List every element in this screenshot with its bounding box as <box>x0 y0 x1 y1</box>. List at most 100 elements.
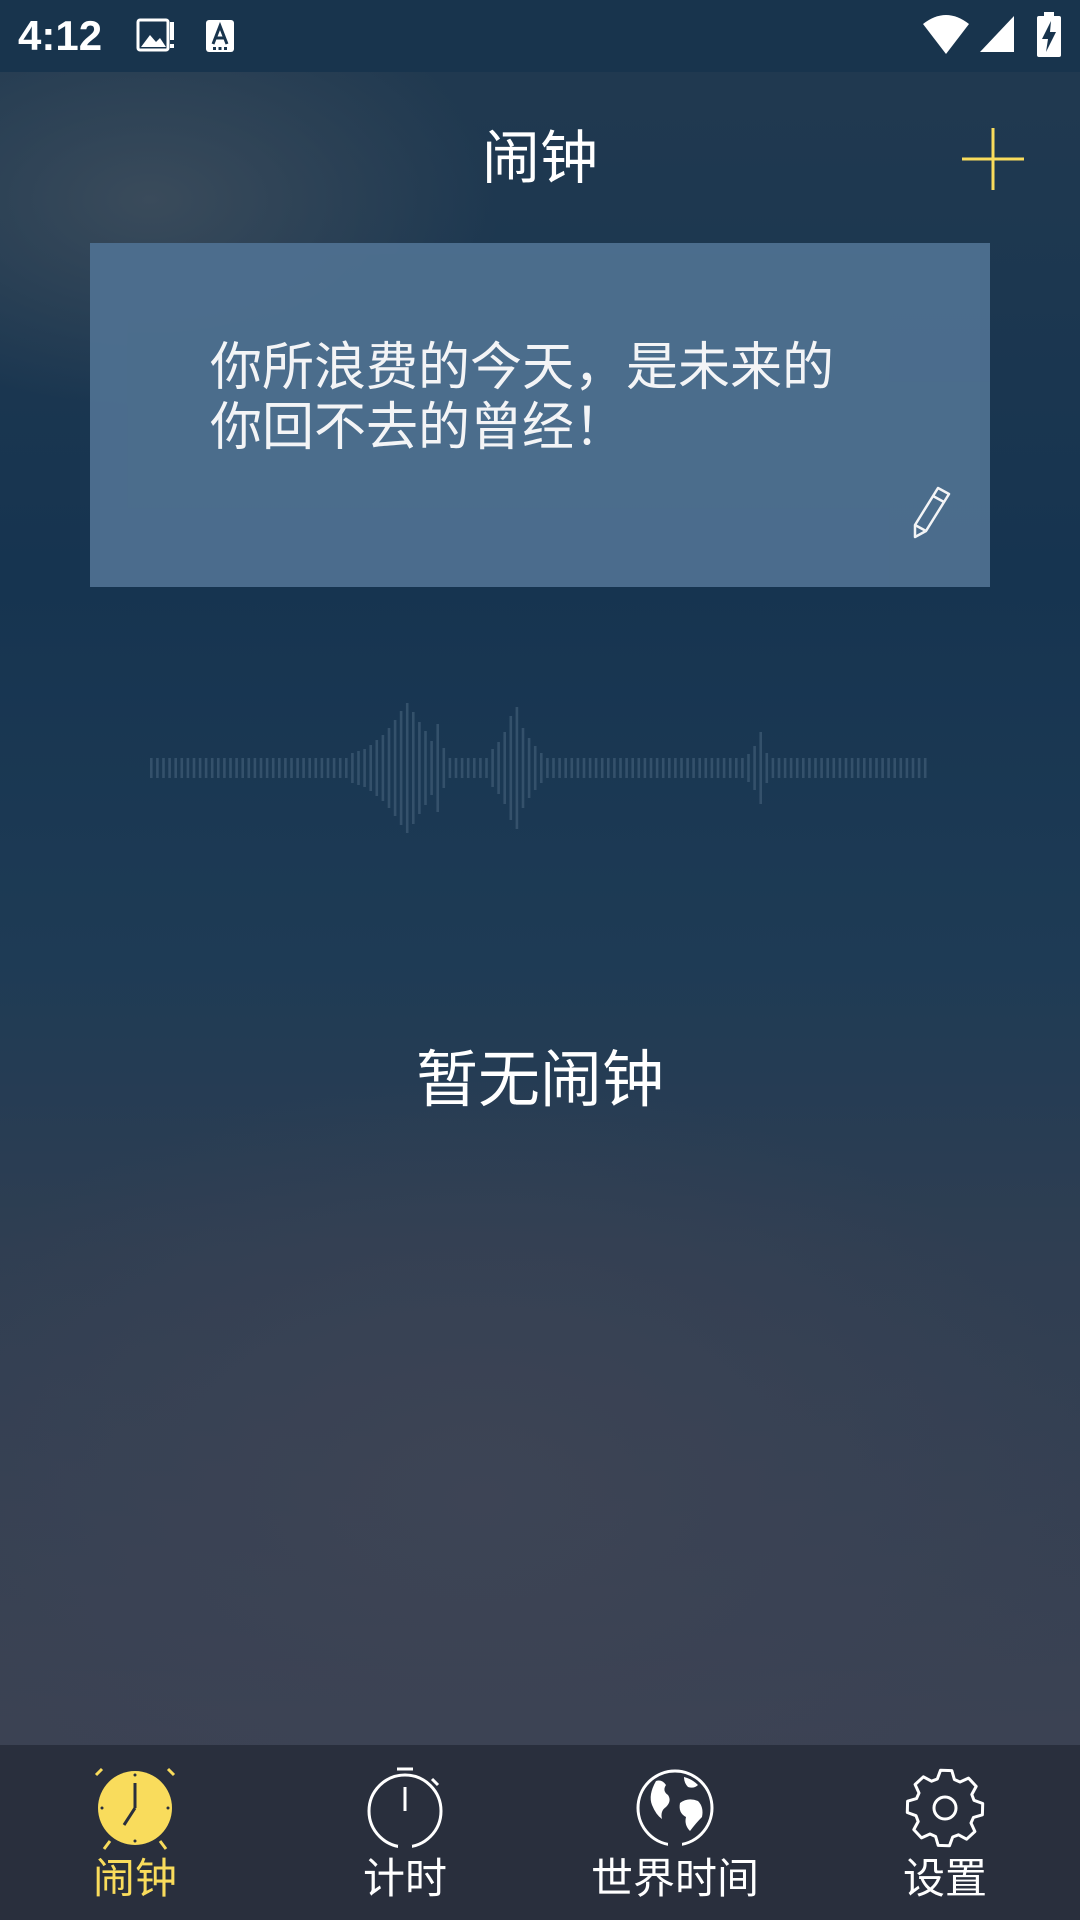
waveform-bar <box>783 758 787 778</box>
waveform-bar <box>497 742 500 794</box>
quote-text: 你所浪费的今天，是未来的 你回不去的曾经！ <box>210 338 835 458</box>
waveform-bar <box>278 758 281 778</box>
waveform-bar <box>186 758 190 778</box>
waveform-bar <box>204 758 208 778</box>
nav-item-alarm[interactable]: 闹钟 <box>0 1745 270 1920</box>
nav-label-alarm: 闹钟 <box>92 1854 177 1903</box>
waveform-bar <box>454 758 458 778</box>
nav-item-world-time[interactable]: 世界时间 <box>540 1745 810 1920</box>
waveform-bar <box>156 758 159 778</box>
waveform-bar <box>692 758 695 778</box>
waveform-bar <box>655 758 659 778</box>
waveform-bar <box>345 758 348 778</box>
waveform-bar <box>856 758 860 778</box>
waveform-bar <box>503 732 506 804</box>
waveform-bar <box>381 735 385 801</box>
gallery-notification-icon <box>136 18 174 52</box>
waveform-bar <box>509 716 513 820</box>
waveform-bar <box>875 758 878 778</box>
nav-label-timer: 计时 <box>362 1854 447 1903</box>
waveform-bar <box>869 758 872 778</box>
bottom-nav: 闹钟 计时 世界时间 设置 <box>0 1745 1080 1920</box>
waveform-bar <box>229 758 232 778</box>
waveform-bar <box>716 758 720 778</box>
waveform-bar <box>369 745 372 791</box>
waveform-bar <box>582 758 586 778</box>
waveform-bar <box>765 753 769 783</box>
status-bar: 4:12 <box>0 0 1080 72</box>
waveform-bar <box>771 758 775 778</box>
waveform-bar <box>351 753 354 783</box>
cell-signal-icon <box>980 16 1014 52</box>
nav-item-timer[interactable]: 计时 <box>270 1745 540 1920</box>
waveform-bar <box>905 758 909 778</box>
waveform-bar <box>704 758 708 778</box>
gear-outline <box>905 1768 985 1848</box>
waveform-bar <box>442 748 446 788</box>
waveform-bar <box>735 758 738 778</box>
alarm-screen: 4:12 闹钟 你所浪费的今天，是未来的 你回不去的曾经！ 暂无闹钟 闹钟 计时… <box>0 0 1080 1920</box>
edit-quote-button[interactable] <box>908 485 952 539</box>
waveform-bar <box>241 758 244 778</box>
waveform-bar <box>387 728 391 808</box>
page-title: 闹钟 <box>481 124 598 192</box>
waveform-bar <box>728 758 732 778</box>
waveform-bar <box>217 758 220 778</box>
waveform-bar <box>412 712 415 824</box>
waveform-bar <box>521 728 525 808</box>
nav-item-settings[interactable]: 设置 <box>810 1745 1080 1920</box>
waveform-bar <box>162 758 165 778</box>
waveform-bar <box>607 758 610 778</box>
add-alarm-button[interactable] <box>960 126 1026 192</box>
waveform-bar <box>722 758 726 778</box>
waveform-bar <box>259 758 263 778</box>
waveform-bar <box>192 758 196 778</box>
waveform-bar <box>552 758 555 778</box>
waveform-bar <box>168 758 171 778</box>
waveform-bar <box>631 758 634 778</box>
waveform-bar <box>405 703 409 833</box>
waveform-bar <box>314 758 318 778</box>
quote-card[interactable]: 你所浪费的今天，是未来的 你回不去的曾经！ <box>90 243 990 587</box>
waveform-bar <box>302 758 305 778</box>
waveform-bar <box>210 758 214 778</box>
waveform-bar <box>661 758 665 778</box>
waveform-bar <box>741 758 744 778</box>
waveform-bar <box>863 758 866 778</box>
waveform-bar <box>338 758 342 778</box>
waveform-bar <box>613 758 616 778</box>
keyboard-notification-icon <box>206 20 234 52</box>
waveform-bar <box>326 758 330 778</box>
waveform-bar <box>424 731 427 805</box>
waveform-bar <box>814 758 817 778</box>
waveform-bar <box>527 738 531 798</box>
waveform-bar <box>271 758 275 778</box>
waveform-bar <box>588 758 592 778</box>
waveform-bar <box>747 754 750 782</box>
waveform-bar <box>558 758 561 778</box>
waveform-bar <box>802 758 805 778</box>
waveform-bar <box>564 758 567 778</box>
waveform-bar <box>777 758 781 778</box>
waveform-bar <box>375 740 379 796</box>
waveform-bar <box>448 758 452 778</box>
waveform-bar <box>485 758 488 778</box>
stopwatch-icon <box>367 1767 443 1851</box>
waveform-bar <box>917 758 921 778</box>
waveform-bar <box>844 758 848 778</box>
plus-icon <box>962 128 1024 190</box>
waveform-bar <box>753 746 756 790</box>
waveform-bar <box>881 758 884 778</box>
waveform-bar <box>332 758 336 778</box>
waveform-bar <box>759 732 762 804</box>
waveform-bar <box>570 758 574 778</box>
waveform-bar <box>899 758 903 778</box>
nav-label-world-time: 世界时间 <box>590 1854 759 1903</box>
status-time: 4:12 <box>18 12 103 59</box>
battery-charging-icon <box>1037 12 1061 57</box>
gear-icon <box>905 1768 985 1848</box>
waveform-bar <box>174 758 177 778</box>
waveform-bar <box>600 758 604 778</box>
waveform-bar <box>436 724 439 812</box>
waveform-bar <box>850 758 854 778</box>
